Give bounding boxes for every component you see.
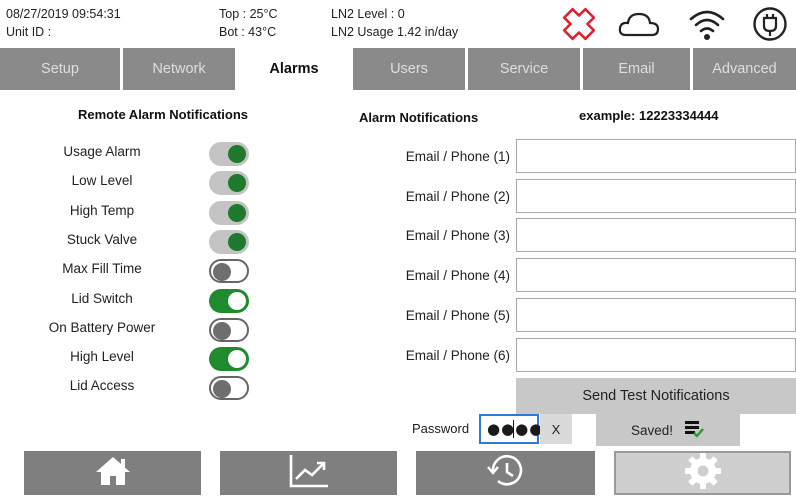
tab-bar: Setup Network Alarms Users Service Email…	[0, 48, 796, 90]
email-phone-input[interactable]	[516, 298, 796, 332]
home-icon	[94, 455, 132, 492]
alarm-toggle[interactable]	[209, 201, 249, 225]
alarm-toggle[interactable]	[209, 259, 249, 283]
alarm-label: High Temp	[69, 203, 135, 218]
email-phone-label: Email / Phone (4)	[405, 268, 510, 283]
phone-example: example: 12223334444	[579, 108, 719, 123]
alarm-toggle[interactable]	[209, 318, 249, 342]
top-temp: Top : 25°C	[219, 7, 278, 21]
wifi-icon[interactable]	[689, 7, 725, 46]
email-phone-label: Email / Phone (6)	[405, 348, 510, 363]
email-phone-label: Email / Phone (5)	[405, 308, 510, 323]
password-label: Password	[412, 421, 470, 436]
toggle-knob	[213, 263, 231, 281]
send-test-notifications-button[interactable]: Send Test Notifications	[516, 378, 796, 414]
ln2-level: LN2 Level : 0	[331, 7, 405, 21]
nav-settings-button[interactable]	[614, 451, 791, 495]
toggle-knob	[213, 380, 231, 398]
bot-temp: Bot : 43°C	[219, 25, 277, 39]
alarm-toggle[interactable]	[209, 376, 249, 400]
tab-setup[interactable]: Setup	[0, 48, 120, 90]
nav-home-button[interactable]	[24, 451, 201, 495]
tab-advanced[interactable]: Advanced	[693, 48, 796, 90]
alarm-label: Stuck Valve	[66, 232, 138, 247]
alarm-label: High Level	[70, 349, 134, 364]
toggle-knob	[228, 350, 246, 368]
power-plug-icon[interactable]	[752, 6, 788, 47]
email-phone-input[interactable]	[516, 139, 796, 173]
cloud-icon[interactable]	[618, 10, 660, 43]
alarm-toggle[interactable]	[209, 171, 249, 195]
toggle-knob	[213, 322, 231, 340]
toggle-knob	[228, 204, 246, 222]
password-value: ●●●●	[487, 420, 544, 438]
alarm-notifications-title: Alarm Notifications	[359, 110, 479, 125]
alarm-label: Lid Switch	[71, 291, 133, 306]
toggle-knob	[228, 174, 246, 192]
saved-label: Saved!	[630, 422, 674, 438]
datetime: 08/27/2019 09:54:31	[6, 7, 121, 21]
password-input[interactable]: ●●●●	[479, 414, 542, 444]
alarm-label: Usage Alarm	[63, 144, 141, 159]
toggle-knob	[228, 233, 246, 251]
nav-chart-button[interactable]	[220, 451, 397, 495]
toggle-knob	[228, 145, 246, 163]
toggle-knob	[228, 292, 246, 310]
remote-alarm-title: Remote Alarm Notifications	[78, 107, 248, 122]
chart-icon	[288, 453, 330, 494]
text-cursor	[513, 420, 515, 438]
tab-users[interactable]: Users	[353, 48, 465, 90]
alarm-toggle[interactable]	[209, 289, 249, 313]
alarm-label: Max Fill Time	[62, 261, 142, 276]
email-phone-label: Email / Phone (2)	[405, 189, 510, 204]
email-phone-input[interactable]	[516, 179, 796, 213]
alarm-label: Low Level	[71, 173, 133, 188]
email-phone-input[interactable]	[516, 218, 796, 252]
settings-gear-icon	[683, 451, 723, 496]
email-phone-label: Email / Phone (1)	[405, 149, 510, 164]
status-bar: 08/27/2019 09:54:31 Unit ID : Top : 25°C…	[0, 0, 796, 46]
database-check-icon	[683, 420, 705, 441]
alarm-cross-icon[interactable]	[562, 7, 596, 46]
alarm-toggle[interactable]	[209, 142, 249, 166]
unit-id: Unit ID :	[6, 25, 52, 39]
ln2-usage: LN2 Usage 1.42 in/day	[331, 25, 459, 39]
email-phone-input[interactable]	[516, 338, 796, 372]
tab-network[interactable]: Network	[123, 48, 235, 90]
alarm-label: Lid Access	[69, 378, 135, 393]
alarm-label: On Battery Power	[48, 320, 156, 335]
email-phone-input[interactable]	[516, 258, 796, 292]
tab-alarms[interactable]: Alarms	[238, 48, 350, 90]
alarm-toggle[interactable]	[209, 230, 249, 254]
password-clear-button[interactable]: X	[540, 414, 572, 444]
tab-service[interactable]: Service	[468, 48, 580, 90]
email-phone-label: Email / Phone (3)	[405, 228, 510, 243]
save-button[interactable]: Saved!	[596, 414, 740, 446]
history-icon	[486, 452, 526, 495]
alarm-toggle[interactable]	[209, 347, 249, 371]
tab-email[interactable]: Email	[583, 48, 690, 90]
nav-history-button[interactable]	[416, 451, 595, 495]
